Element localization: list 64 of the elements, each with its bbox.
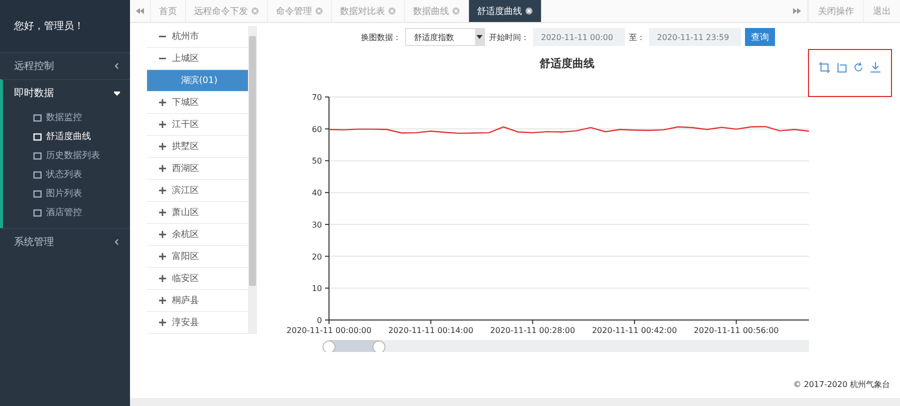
y-tick-label: 50 [312,156,322,166]
start-time-field[interactable]: 2020-11-11 00:00 [533,28,625,46]
expand-icon[interactable] [159,231,166,238]
tab[interactable]: 舒适度曲线 [469,0,542,22]
dropdown-icon[interactable] [475,29,484,45]
close-icon[interactable] [525,7,533,15]
x-tick-label: 2020-11-11 00:00:00 [287,326,372,335]
y-tick-label: 20 [312,252,322,262]
end-time-field[interactable]: 2020-11-11 23:59 [649,28,741,46]
tree-node[interactable]: 湖滨(01) [147,70,248,92]
expand-icon[interactable] [159,99,166,106]
menu-item-icon [33,190,42,198]
expand-icon[interactable] [159,209,166,216]
greeting-text: 您好，管理员！ [0,0,130,52]
zoom-slider[interactable] [322,340,809,352]
chevron-icon [114,63,120,69]
expand-icon[interactable] [159,319,166,326]
query-button[interactable]: 查询 [745,28,775,46]
scrollbar[interactable] [248,26,257,334]
expand-icon[interactable] [159,121,166,128]
zoom-reset-icon[interactable] [836,62,847,73]
menu-item[interactable]: 舒适度曲线 [3,127,130,146]
menu-item[interactable]: 状态列表 [3,165,130,184]
download-icon[interactable] [870,62,881,73]
menu-group[interactable]: 即时数据 [0,79,130,106]
data-select[interactable]: 舒适度指数 [405,28,485,46]
menu-item[interactable]: 历史数据列表 [3,146,130,165]
y-tick-label: 30 [312,220,322,230]
copyright-text: © 2017-2020 杭州气象台 [792,379,891,391]
data-label: 换图数据： [361,32,401,42]
x-tick-label: 2020-11-11 00:56:00 [694,326,779,335]
to-label: 至： [629,32,645,42]
restore-icon[interactable] [853,62,864,73]
scroll-right-icon[interactable] [793,8,801,14]
y-tick-label: 70 [312,93,322,102]
collapse-icon[interactable] [159,55,166,62]
zoom-icon[interactable] [819,62,830,73]
x-tick-label: 2020-11-11 00:14:00 [388,326,474,335]
menu-item-icon [33,114,42,122]
menu-item[interactable]: 图片列表 [3,184,130,203]
expand-icon[interactable] [159,187,166,194]
chart-title: 舒适度曲线 [538,56,596,70]
menu-item-icon [33,152,42,160]
scroll-left-icon[interactable] [136,8,144,14]
start-label: 开始时间： [489,32,529,42]
y-tick-label: 10 [312,284,322,294]
expand-icon[interactable] [159,275,166,282]
menu-item-icon [33,208,42,216]
y-tick-label: 60 [312,124,322,134]
x-tick-label: 2020-11-11 00:28:00 [490,326,576,335]
menu-item-icon [33,132,42,140]
chevron-icon [114,239,120,245]
expand-icon[interactable] [159,253,166,260]
y-tick-label: 0 [316,316,322,325]
menu-item-icon [33,170,42,178]
menu-item[interactable]: 酒店管控 [3,203,130,222]
expand-icon[interactable] [159,165,166,172]
expand-icon[interactable] [159,297,166,304]
menu-item[interactable]: 数据监控 [3,108,130,127]
chevron-icon [114,90,120,96]
expand-icon[interactable] [159,143,166,150]
collapse-icon[interactable] [159,33,166,40]
y-tick-label: 40 [312,188,322,198]
x-tick-label: 2020-11-11 00:42:00 [592,326,677,335]
